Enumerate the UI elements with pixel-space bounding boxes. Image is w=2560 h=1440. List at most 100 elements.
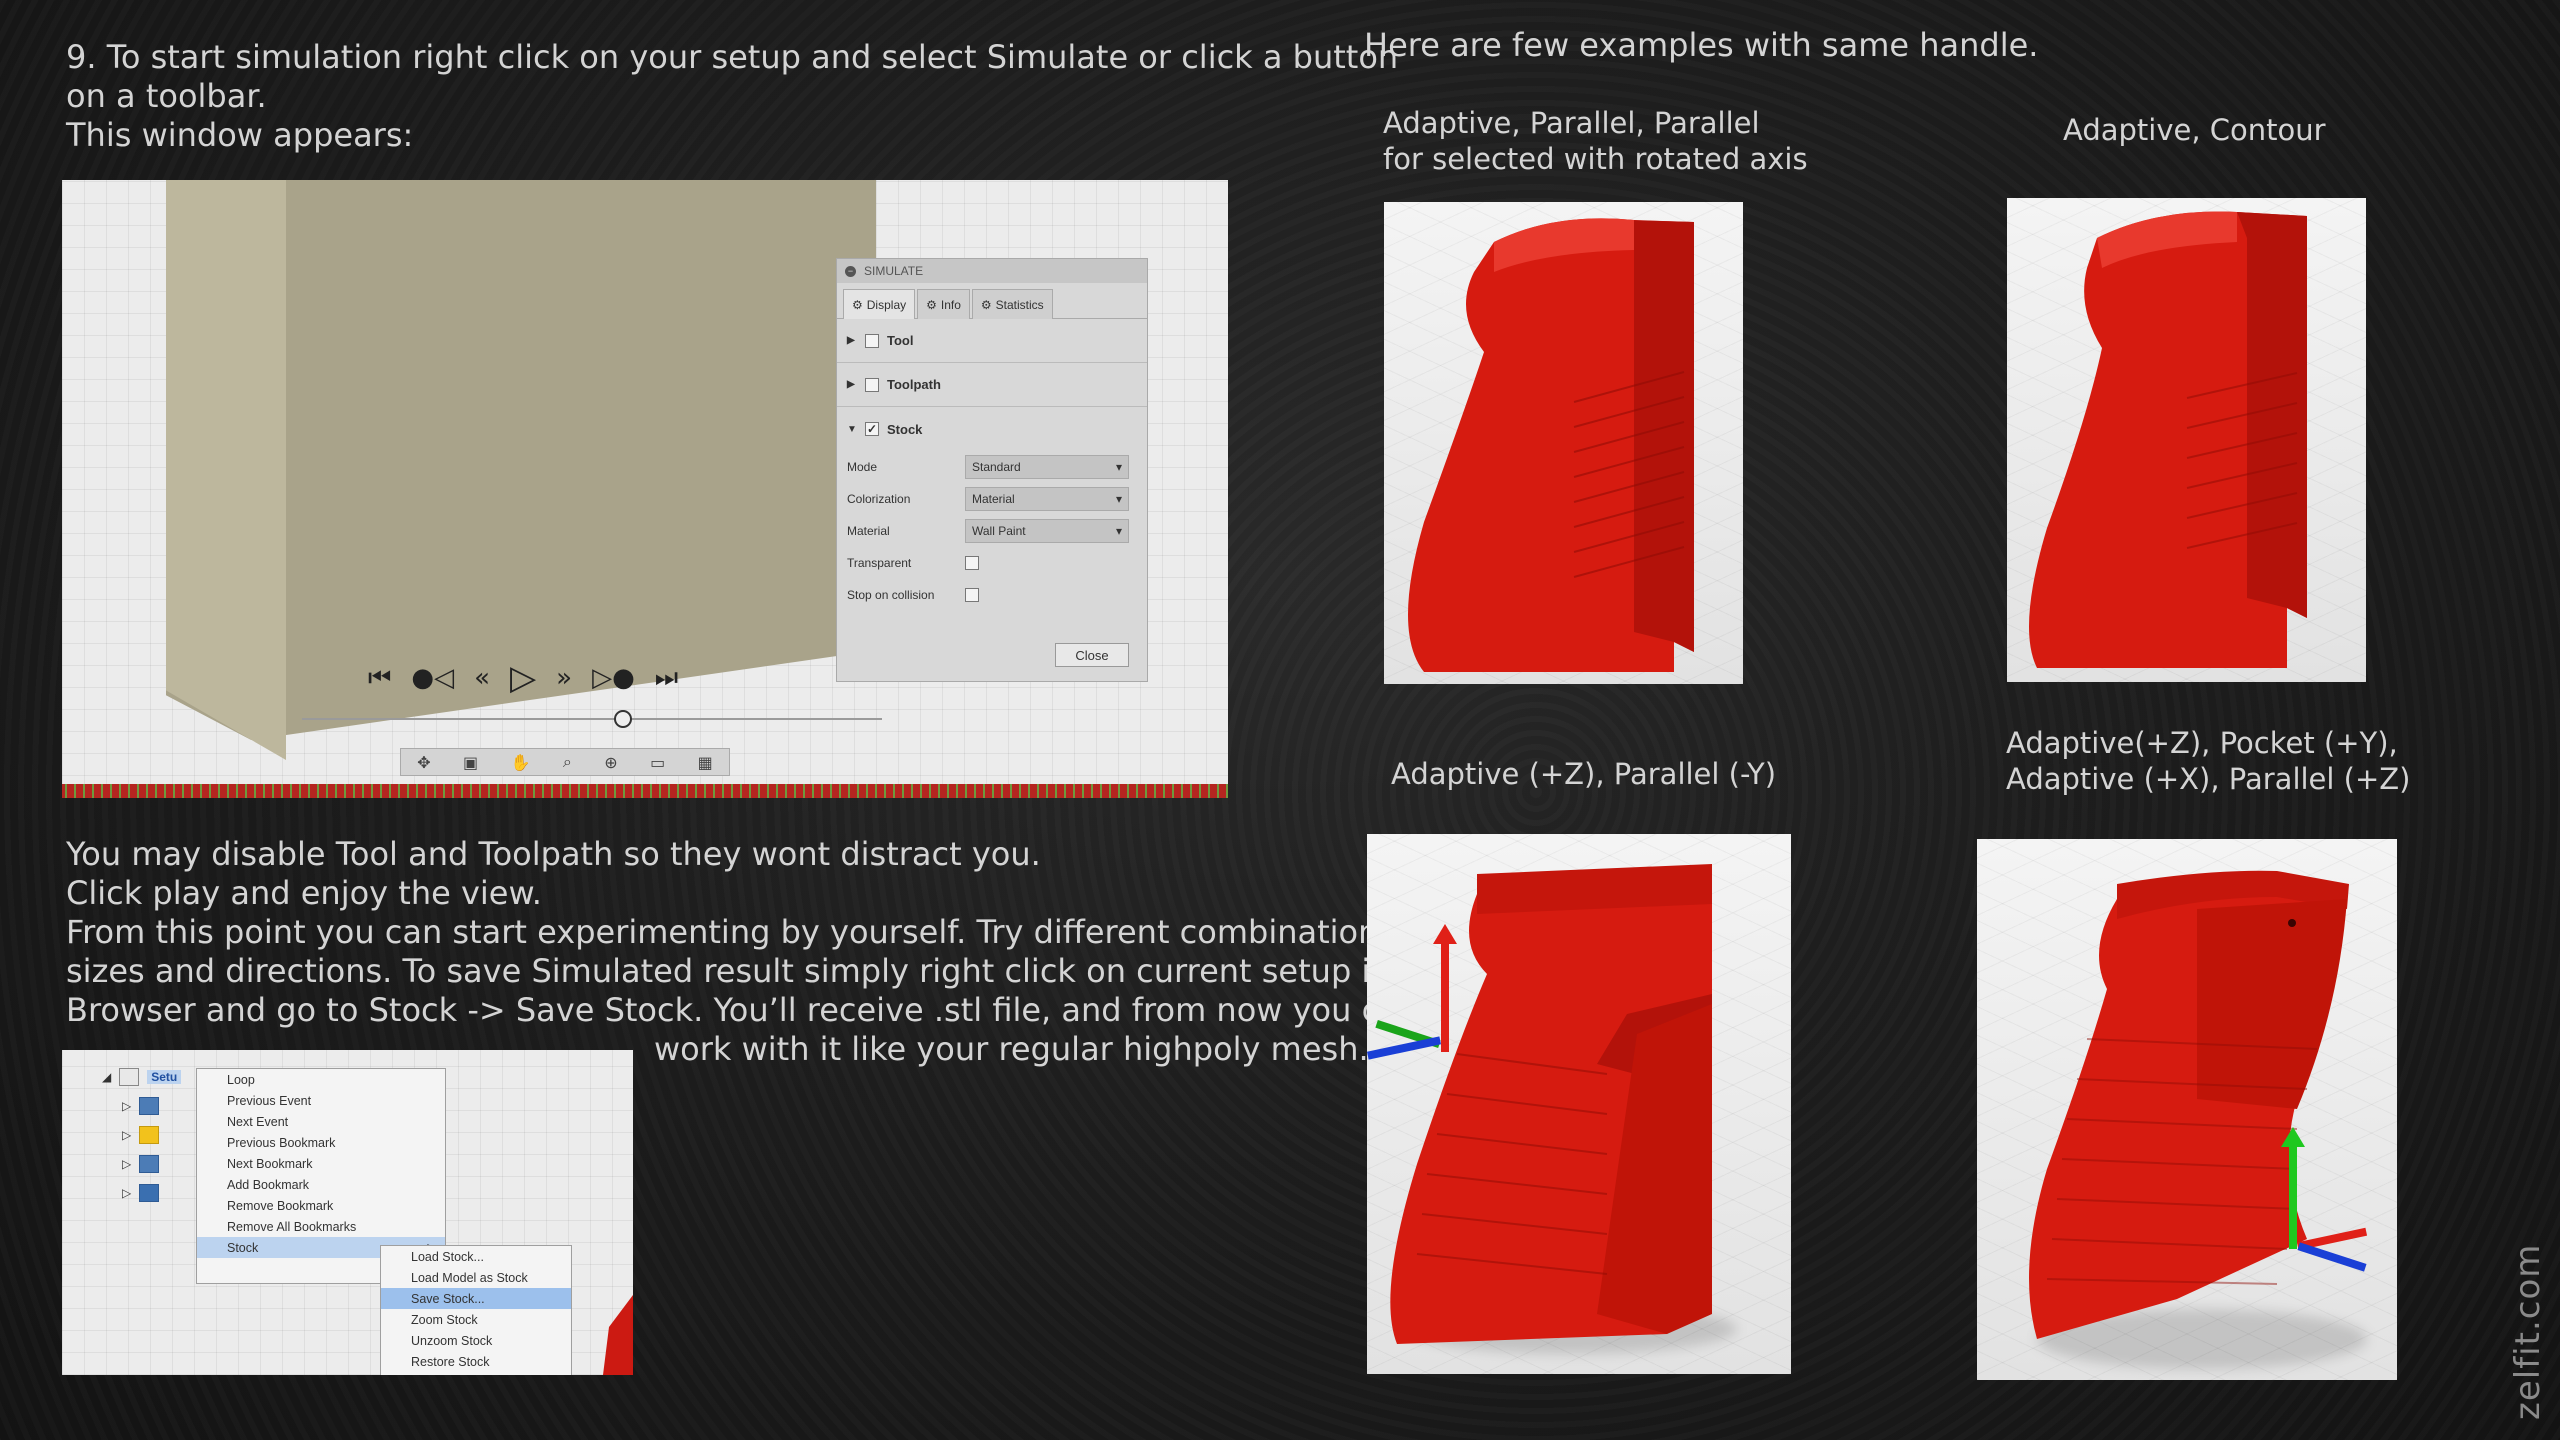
example-render-1 (1384, 202, 1743, 684)
next-event-icon[interactable]: ▷● (592, 663, 635, 693)
menu-item-remove-bookmark[interactable]: Remove Bookmark (197, 1195, 445, 1216)
menu-item-remove-all-bookmarks[interactable]: Remove All Bookmarks (197, 1216, 445, 1237)
menu-item-add-bookmark[interactable]: Add Bookmark (197, 1174, 445, 1195)
expand-triangle-icon[interactable]: ▷ (122, 1128, 131, 1142)
example-2-caption: Adaptive, Contour (2063, 113, 2326, 147)
zoom-icon[interactable]: ⌕ (563, 752, 572, 772)
step-text-line-3: This window appears: (66, 116, 414, 154)
simulate-tabs: ⚙ Display ⚙ Info ⚙ Statistics (837, 283, 1147, 319)
simulate-panel-title: SIMULATE (864, 264, 924, 278)
fit-icon[interactable]: ⊕ (604, 753, 617, 772)
material-select[interactable]: Wall Paint ▾ (965, 519, 1129, 543)
grid-settings-icon[interactable]: ▦ (698, 753, 713, 772)
tab-info[interactable]: ⚙ Info (917, 289, 970, 319)
close-button[interactable]: Close (1055, 643, 1129, 667)
collapse-triangle-icon[interactable]: ◢ (102, 1070, 111, 1084)
mode-row: Mode Standard ▾ (837, 451, 1147, 483)
menu-item-next-bookmark[interactable]: Next Bookmark (197, 1153, 445, 1174)
tab-statistics[interactable]: ⚙ Statistics (971, 289, 1053, 319)
collision-timeline (62, 784, 1228, 798)
submenu-item-zoom-stock[interactable]: Zoom Stock (381, 1309, 571, 1330)
simulate-panel: − SIMULATE ⚙ Display ⚙ Info ⚙ Statistics ▶ … (836, 258, 1148, 682)
simulate-window-screenshot: − SIMULATE ⚙ Display ⚙ Info ⚙ Statistics ▶ … (62, 180, 1228, 798)
orbit-icon[interactable]: ✥ (417, 753, 430, 772)
paragraph-line-6: work with it like your regular highpoly … (654, 1030, 1369, 1068)
transparent-checkbox[interactable] (965, 556, 979, 570)
paragraph-line-1: You may disable Tool and Toolpath so the… (66, 835, 1041, 873)
skip-to-start-icon[interactable]: ⏮ (368, 663, 391, 694)
operation-icon (139, 1097, 160, 1115)
folder-icon (119, 1068, 140, 1086)
display-settings-icon[interactable]: ▭ (650, 753, 665, 772)
mode-select[interactable]: Standard ▾ (965, 455, 1129, 479)
z-axis-arrow (1441, 934, 1449, 1052)
warning-icon (139, 1126, 160, 1144)
watermark: zelfit.com (2508, 1243, 2548, 1420)
stop-on-collision-checkbox[interactable] (965, 588, 979, 602)
playback-controls: ⏮ ●◁ « ▷ » ▷● ⏭ (368, 658, 678, 698)
material-row: Material Wall Paint ▾ (837, 515, 1147, 547)
stop-on-collision-row: Stop on collision (837, 579, 1147, 611)
grip-model-4 (2029, 870, 2349, 1339)
examples-heading: Here are few examples with same handle. (1364, 26, 2039, 64)
operation-icon (139, 1184, 160, 1202)
section-toolpath[interactable]: ▶ Toolpath (837, 363, 1147, 407)
expand-arrow-icon[interactable]: ▶ (847, 335, 857, 346)
menu-item-previous-bookmark[interactable]: Previous Bookmark (197, 1132, 445, 1153)
example-render-2 (2007, 198, 2366, 682)
step-text-line-2: on a toolbar. (66, 77, 267, 115)
grip-model-2 (2029, 211, 2307, 668)
scrubber-handle[interactable] (614, 710, 632, 728)
grip-model-3 (1390, 864, 1712, 1344)
submenu-item-load-model-as-stock[interactable]: Load Model as Stock (381, 1267, 571, 1288)
dropdown-arrow-icon: ▾ (1115, 460, 1122, 474)
info-icon: ⚙ (926, 297, 937, 312)
example-1-caption-line-1: Adaptive, Parallel, Parallel (1383, 106, 1760, 140)
collapse-icon[interactable]: − (845, 265, 856, 277)
skip-to-end-icon[interactable]: ⏭ (655, 663, 678, 694)
z-axis-arrow-head (2281, 1127, 2305, 1147)
submenu-item-save-stock[interactable]: Save Stock... (381, 1288, 571, 1309)
transparent-row: Transparent (837, 547, 1147, 579)
timeline-scrubber[interactable] (302, 718, 882, 720)
pan-icon[interactable]: ✋ (511, 753, 531, 772)
expand-triangle-icon[interactable]: ▷ (122, 1186, 131, 1200)
expand-triangle-icon[interactable]: ▷ (122, 1099, 131, 1113)
submenu-item-load-stock[interactable]: Load Stock... (381, 1246, 571, 1267)
play-icon[interactable]: ▷ (510, 658, 536, 698)
tool-checkbox[interactable] (865, 333, 879, 348)
context-menu-screenshot: ◢ Setu ▷ ▷ ▷ ▷ Loop Previous Event Next … (62, 1050, 633, 1375)
colorization-select[interactable]: Material ▾ (965, 487, 1129, 511)
expand-triangle-icon[interactable]: ▷ (122, 1157, 131, 1171)
fast-forward-icon[interactable]: » (556, 663, 572, 693)
tab-display[interactable]: ⚙ Display (843, 289, 916, 319)
navigation-toolbar: ✥ ▣ ✋ ⌕ ⊕ ▭ ▦ (400, 748, 730, 776)
submenu-item-unzoom-stock[interactable]: Unzoom Stock (381, 1330, 571, 1351)
setup-label: Setu (147, 1070, 182, 1084)
display-icon: ⚙ (852, 297, 863, 312)
example-4-caption-line-1: Adaptive(+Z), Pocket (+Y), (2006, 726, 2398, 760)
collapse-arrow-icon[interactable]: ▼ (847, 424, 857, 435)
stock-submenu: Load Stock... Load Model as Stock Save S… (380, 1245, 572, 1375)
paragraph-line-4: sizes and directions. To save Simulated … (66, 952, 1391, 990)
menu-item-previous-event[interactable]: Previous Event (197, 1090, 445, 1111)
menu-item-next-event[interactable]: Next Event (197, 1111, 445, 1132)
example-render-4 (1977, 839, 2397, 1380)
rewind-icon[interactable]: « (474, 663, 490, 693)
submenu-item-restore-stock[interactable]: Restore Stock (381, 1351, 571, 1372)
toolpath-checkbox[interactable] (865, 377, 879, 392)
expand-arrow-icon[interactable]: ▶ (847, 379, 857, 390)
section-tool[interactable]: ▶ Tool (837, 319, 1147, 363)
menu-item-loop[interactable]: Loop (197, 1069, 445, 1090)
example-4-caption-line-2: Adaptive (+X), Parallel (+Z) (2006, 762, 2411, 796)
example-render-3 (1367, 834, 1791, 1374)
previous-event-icon[interactable]: ●◁ (411, 663, 454, 693)
section-stock[interactable]: ▼ ✓ Stock (837, 407, 1147, 451)
paragraph-line-3: From this point you can start experiment… (66, 913, 1406, 951)
dropdown-arrow-icon: ▾ (1115, 492, 1122, 506)
stock-checkbox[interactable]: ✓ (865, 422, 879, 436)
look-at-icon[interactable]: ▣ (463, 753, 478, 772)
example-3-caption: Adaptive (+Z), Parallel (-Y) (1391, 757, 1777, 791)
stock-block-side (166, 180, 286, 760)
paragraph-line-5: Browser and go to Stock -> Save Stock. Y… (66, 991, 1420, 1029)
